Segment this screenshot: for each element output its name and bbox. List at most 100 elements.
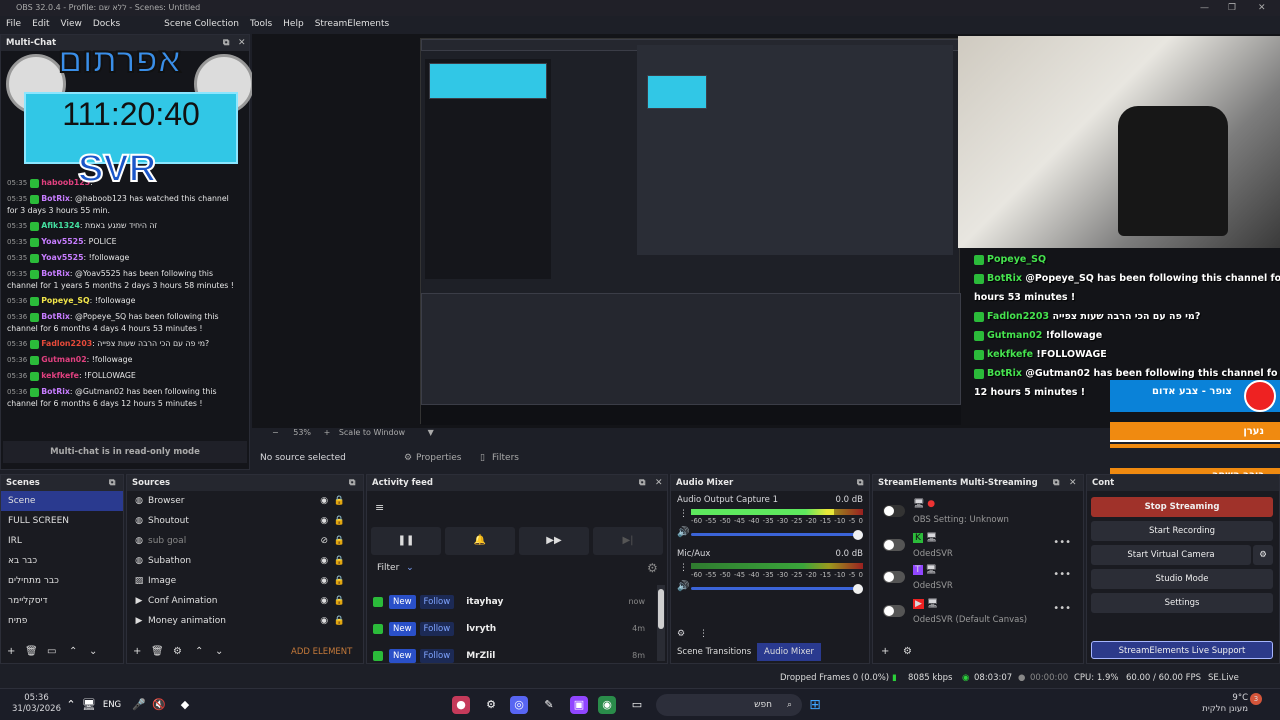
volume-knob[interactable] (853, 584, 863, 594)
gear-icon[interactable]: ⚙ (1253, 545, 1273, 565)
close-window-button[interactable]: ✕ (1258, 0, 1266, 16)
preview-canvas[interactable]: Popeye_SQ BotRix @Popeye_SQ has been fol… (252, 34, 1280, 486)
chat-username[interactable]: Yoav5525 (41, 253, 83, 262)
menu-tools[interactable]: Tools (250, 19, 272, 29)
kebab-icon[interactable]: ⋮ (679, 509, 688, 519)
chat-username[interactable]: BotRix (41, 269, 70, 278)
move-down-icon[interactable]: ⌄ (215, 646, 223, 657)
menu-docks[interactable]: Docks (93, 19, 120, 29)
speaker-icon[interactable]: 🔊 (677, 581, 689, 592)
source-item[interactable]: ▨ Image ◉ 🔒 (127, 571, 363, 591)
volume-slider[interactable] (691, 587, 863, 590)
network-icon[interactable]: 🖥 (80, 696, 98, 714)
tab-scene-transitions[interactable]: Scene Transitions (677, 647, 751, 657)
close-icon[interactable]: ✕ (655, 475, 663, 491)
zoom-in-icon[interactable]: + (324, 428, 331, 437)
tab-audio-mixer[interactable]: Audio Mixer (757, 643, 822, 661)
more-options-icon[interactable]: ••• (1053, 569, 1071, 580)
undock-icon[interactable]: ⧉ (1053, 475, 1059, 491)
gear-icon[interactable]: ⚙ (647, 561, 658, 575)
scene-item[interactable]: דיסקליימר (1, 591, 123, 611)
activity-row[interactable]: New Follow lvryth 4m (371, 616, 655, 642)
skip-end-button[interactable]: ▶| (593, 527, 663, 555)
menu-edit[interactable]: Edit (32, 19, 49, 29)
file-explorer-icon[interactable]: ▭ (628, 696, 646, 714)
activity-row[interactable]: New Follow MrZlil 8m (371, 643, 655, 669)
undock-icon[interactable]: ⧉ (857, 475, 863, 491)
move-down-icon[interactable]: ⌄ (89, 646, 97, 657)
dropper-icon[interactable]: ✎ (540, 696, 558, 714)
speaker-icon[interactable]: 🔊 (677, 527, 689, 538)
eye-icon[interactable]: ◉ 🔒 (320, 511, 345, 531)
copilot-icon[interactable]: ◆ (176, 696, 194, 714)
scene-item[interactable]: כבר מתחילים (1, 571, 123, 591)
filter-icon[interactable]: ▭ (47, 646, 56, 657)
filter-dropdown[interactable]: Filter ⌄ (377, 563, 414, 573)
start-virtual-camera-button[interactable]: Start Virtual Camera (1091, 545, 1251, 565)
search-box[interactable]: חפש ⌕ (656, 694, 802, 716)
chat-username[interactable]: Afik1324 (41, 221, 80, 230)
add-icon[interactable]: + (881, 646, 889, 657)
scene-item[interactable]: פתיח (1, 611, 123, 631)
filters-button[interactable]: Filters (492, 448, 519, 468)
steam-icon[interactable]: ⚙ (482, 696, 500, 714)
menu-file[interactable]: File (6, 19, 21, 29)
eye-off-icon[interactable]: ⊘ 🔒 (321, 531, 345, 551)
move-up-icon[interactable]: ⌃ (69, 646, 77, 657)
chat-username[interactable]: BotRix (41, 312, 70, 321)
bell-button[interactable]: 🔔 (445, 527, 515, 555)
source-item[interactable]: ▶ Money animation ◉ 🔒 (127, 611, 363, 631)
toggle-switch[interactable] (883, 539, 905, 551)
activity-row[interactable]: New Follow itayhay now (371, 589, 655, 615)
eye-icon[interactable]: ◉ 🔒 (320, 551, 345, 571)
scene-item[interactable]: כבר בא (1, 551, 123, 571)
mic-icon[interactable]: 🎤 (130, 696, 148, 714)
gear-icon[interactable]: ⚙ (677, 629, 685, 639)
source-item[interactable]: ▶ Conf Animation ◉ 🔒 (127, 591, 363, 611)
chat-username[interactable]: Gutman02 (41, 355, 86, 364)
eye-icon[interactable]: ◉ 🔒 (320, 491, 345, 511)
discord-icon[interactable]: ◎ (510, 696, 528, 714)
zoom-out-icon[interactable]: − (272, 428, 279, 437)
minimize-button[interactable]: — (1200, 0, 1209, 16)
start-recording-button[interactable]: Start Recording (1091, 521, 1273, 541)
toggle-switch[interactable] (883, 505, 905, 517)
chrome-icon[interactable]: ◉ (598, 696, 616, 714)
chat-username[interactable]: BotRix (41, 194, 70, 203)
eye-icon[interactable]: ◉ 🔒 (320, 571, 345, 591)
toggle-switch[interactable] (883, 605, 905, 617)
menu-streamelements[interactable]: StreamElements (315, 19, 390, 29)
scrollbar-thumb[interactable] (658, 589, 664, 629)
maximize-button[interactable]: ❐ (1228, 0, 1236, 16)
scale-mode[interactable]: Scale to Window (339, 428, 405, 437)
hamburger-menu-icon[interactable]: ≡ (375, 501, 384, 514)
properties-button[interactable]: Properties (416, 448, 461, 468)
scene-item[interactable]: FULL SCREEN (1, 511, 123, 531)
chat-username[interactable]: Yoav5525 (41, 237, 83, 246)
more-options-icon[interactable]: ••• (1053, 537, 1071, 548)
chat-username[interactable]: Popeye_SQ (41, 296, 89, 305)
chat-username[interactable]: BotRix (41, 387, 70, 396)
stop-streaming-button[interactable]: Stop Streaming (1091, 497, 1273, 517)
add-source-icon[interactable]: + (133, 646, 141, 657)
gear-icon[interactable]: ⚙ (173, 646, 182, 657)
source-item[interactable]: ◍ Shoutout ◉ 🔒 (127, 511, 363, 531)
add-scene-icon[interactable]: + (7, 646, 15, 657)
scene-item[interactable]: IRL (1, 531, 123, 551)
twitch-icon[interactable]: ▣ (570, 696, 588, 714)
move-up-icon[interactable]: ⌃ (195, 646, 203, 657)
source-item[interactable]: ◍ sub goal ⊘ 🔒 (127, 531, 363, 551)
chat-username[interactable]: kekfkefe (41, 371, 79, 380)
kebab-icon[interactable]: ⋮ (699, 629, 708, 639)
menu-help[interactable]: Help (283, 19, 304, 29)
pause-button[interactable]: ❚❚ (371, 527, 441, 555)
undock-icon[interactable]: ⧉ (349, 475, 355, 491)
settings-button[interactable]: Settings (1091, 593, 1273, 613)
language-indicator[interactable]: ENG (102, 696, 122, 714)
trash-icon[interactable]: 🗑 (151, 646, 164, 657)
clock[interactable]: 05:36 31/03/2026 (12, 693, 61, 715)
live-support-button[interactable]: StreamElements Live Support (1091, 641, 1273, 659)
scene-item[interactable]: Scene (1, 491, 123, 511)
obs-app-icon[interactable]: ● (452, 696, 470, 714)
chevron-up-icon[interactable]: ⌃ (62, 696, 80, 714)
